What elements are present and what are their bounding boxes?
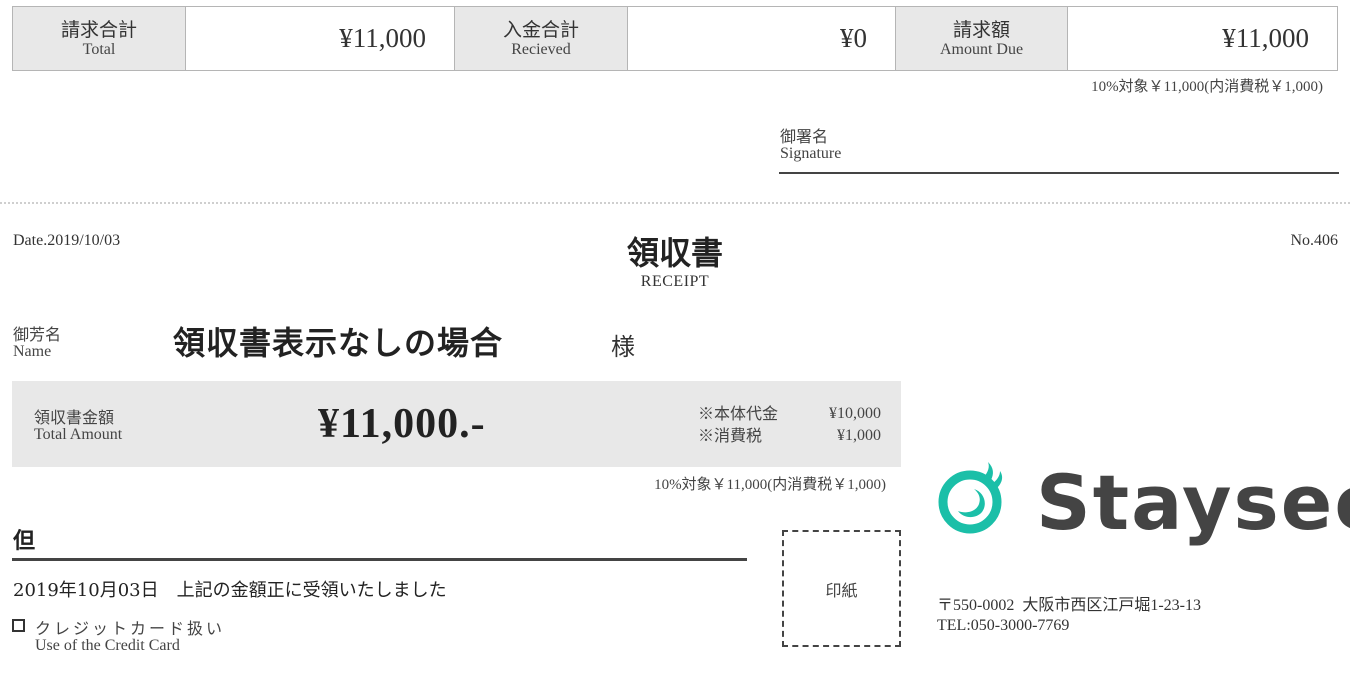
total-value: ¥11,000 [186,7,455,70]
total-label-cell: 請求合計 Total [13,7,186,70]
due-label-jp: 請求額 [952,18,1010,41]
signature-label-jp: 御署名 [780,127,829,146]
breakdown-row-tax: ※消費税 ¥1,000 [698,425,881,447]
company-tel: TEL:050-3000-7769 [937,617,1070,634]
received-value: ¥0 [628,7,896,70]
stamp-label: 印紙 [825,580,858,600]
total-label-jp: 請求合計 [60,18,137,41]
received-label-jp: 入金合計 [502,18,579,41]
breakdown-label: ※本体代金 [698,404,779,423]
receipt-title-en: RECEIPT [640,273,710,290]
amount-value: ¥11,000.- [318,401,486,447]
receipt-number: No.406 [1290,232,1338,249]
honorific: 様 [611,333,635,361]
company-address: 〒550-0002 大阪市西区江戸堀1-23-13 [937,597,1201,614]
signature-line[interactable] [779,172,1339,174]
billing-summary-table: 請求合計 Total ¥11,000 入金合計 Recieved ¥0 請求額 … [12,6,1338,71]
received-label-en: Recieved [511,40,571,58]
name-label-jp: 御芳名 [13,325,62,344]
breakdown-value: ¥10,000 [829,405,881,422]
credit-card-label-jp: クレジットカード扱い [35,619,226,638]
received-statement: 2019年10月03日 上記の金額正に受領いたしました [13,580,447,601]
credit-card-checkbox[interactable] [12,619,25,632]
proviso-label: 但 [13,528,36,554]
amount-breakdown: ※本体代金 ¥10,000 ※消費税 ¥1,000 [698,403,881,447]
credit-card-label-en: Use of the Credit Card [35,637,180,654]
recipient-name: 領収書表示なしの場合 [173,324,504,362]
staysee-logo-text: Staysee [1036,458,1350,547]
receipt-tax-note: 10%対象￥11,000(内消費税￥1,000) [654,477,886,493]
proviso-line [12,558,747,561]
cut-line-divider [0,202,1350,204]
total-label-en: Total [82,40,116,58]
staysee-logo-icon [938,462,1003,534]
amount-label-jp: 領収書金額 [34,408,115,427]
signature-label-en: Signature [780,145,842,162]
amount-label-en: Total Amount [34,426,123,443]
due-label-cell: 請求額 Amount Due [896,7,1068,70]
breakdown-label: ※消費税 [698,426,763,445]
due-value: ¥11,000 [1068,7,1337,70]
breakdown-value: ¥1,000 [837,427,881,444]
summary-tax-note: 10%対象￥11,000(内消費税￥1,000) [1091,79,1323,95]
received-label-cell: 入金合計 Recieved [455,7,628,70]
receipt-title-jp: 領収書 [626,234,723,272]
due-label-en: Amount Due [939,40,1024,58]
revenue-stamp-box: 印紙 [782,530,901,647]
name-label-en: Name [13,343,52,360]
breakdown-row-base: ※本体代金 ¥10,000 [698,403,881,425]
